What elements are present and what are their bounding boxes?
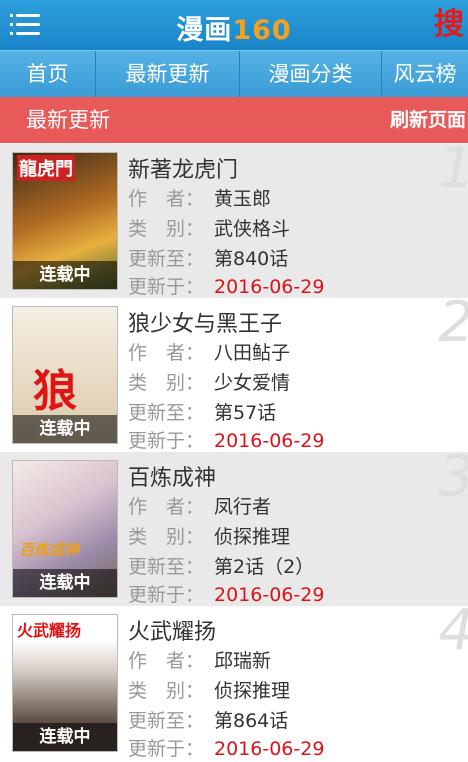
section-title: 最新更新 <box>26 108 110 132</box>
top-bar: 漫画160 搜 <box>0 0 468 50</box>
status-badge: 连载中 <box>13 261 117 289</box>
author-row: 作 者： 八田鲇子 <box>128 342 291 364</box>
status-badge: 连载中 <box>13 569 117 597</box>
list-item[interactable]: 4 火武耀扬 连载中 火武耀扬 作 者：邱瑞新 类 别：侦探推理 更新至：第86… <box>0 606 468 762</box>
rank-number: 4 <box>438 606 468 663</box>
list-item[interactable]: 2 狼 连载中 狼少女与黑王子 作 者：八田鲇子 类 别：少女爱情 更新至：第5… <box>0 298 468 452</box>
category-row: 类 别： 武侠格斗 <box>128 218 291 240</box>
cover-image[interactable]: 百炼成神 连载中 <box>12 460 118 598</box>
refresh-button[interactable]: 刷新页面 <box>390 97 466 143</box>
section-header: 最新更新 刷新页面 <box>0 97 468 143</box>
comic-title[interactable]: 新著龙虎门 <box>128 152 238 184</box>
date-row: 更新于： 2016-06-29 <box>128 738 325 760</box>
rank-number: 2 <box>438 298 468 355</box>
chapter-row: 更新至： 第840话 <box>128 248 289 270</box>
list-item[interactable]: 3 百炼成神 连载中 百炼成神 作 者：凤行者 类 别：侦探推理 更新至：第2话… <box>0 452 468 606</box>
category-row: 类 别： 侦探推理 <box>128 526 291 548</box>
tab-categories[interactable]: 漫画分类 <box>240 51 382 97</box>
cover-title: 龍虎門 <box>17 155 75 181</box>
author-row: 作 者： 凤行者 <box>128 496 272 518</box>
tab-latest[interactable]: 最新更新 <box>96 51 240 97</box>
date-row: 更新于： 2016-06-29 <box>128 430 325 452</box>
comic-title[interactable]: 百炼成神 <box>128 460 216 492</box>
category-row: 类 别： 侦探推理 <box>128 680 291 702</box>
cover-title: 百炼成神 <box>19 541 80 559</box>
cover-title: 狼 <box>33 366 77 417</box>
cover-image[interactable]: 龍虎門 连载中 <box>12 152 118 290</box>
list-item[interactable]: 1 龍虎門 连载中 新著龙虎门 作 者：黄玉郎 类 别：武侠格斗 更新至：第84… <box>0 144 468 298</box>
author-row: 作 者： 邱瑞新 <box>128 650 272 672</box>
nav-tabs: 首页 最新更新 漫画分类 风云榜 <box>0 50 468 97</box>
date-row: 更新于： 2016-06-29 <box>128 584 325 606</box>
author-row: 作 者： 黄玉郎 <box>128 188 272 210</box>
cover-image[interactable]: 狼 连载中 <box>12 306 118 444</box>
app-logo: 漫画160 <box>176 15 292 46</box>
tab-home[interactable]: 首页 <box>0 51 96 97</box>
cover-image[interactable]: 火武耀扬 连载中 <box>12 614 118 752</box>
search-icon[interactable]: 搜 <box>434 6 468 44</box>
comic-title[interactable]: 狼少女与黑王子 <box>128 306 282 338</box>
tab-rankings[interactable]: 风云榜 <box>382 51 468 97</box>
rank-number: 3 <box>438 452 468 509</box>
comic-title[interactable]: 火武耀扬 <box>128 614 216 646</box>
status-badge: 连载中 <box>13 723 117 751</box>
rank-number: 1 <box>438 144 468 201</box>
date-row: 更新于： 2016-06-29 <box>128 276 325 298</box>
chapter-row: 更新至： 第864话 <box>128 710 289 732</box>
status-badge: 连载中 <box>13 415 117 443</box>
cover-title: 火武耀扬 <box>17 621 82 640</box>
chapter-row: 更新至： 第57话 <box>128 402 277 424</box>
category-row: 类 别： 少女爱情 <box>128 372 291 394</box>
chapter-row: 更新至： 第2话（2） <box>128 556 315 578</box>
